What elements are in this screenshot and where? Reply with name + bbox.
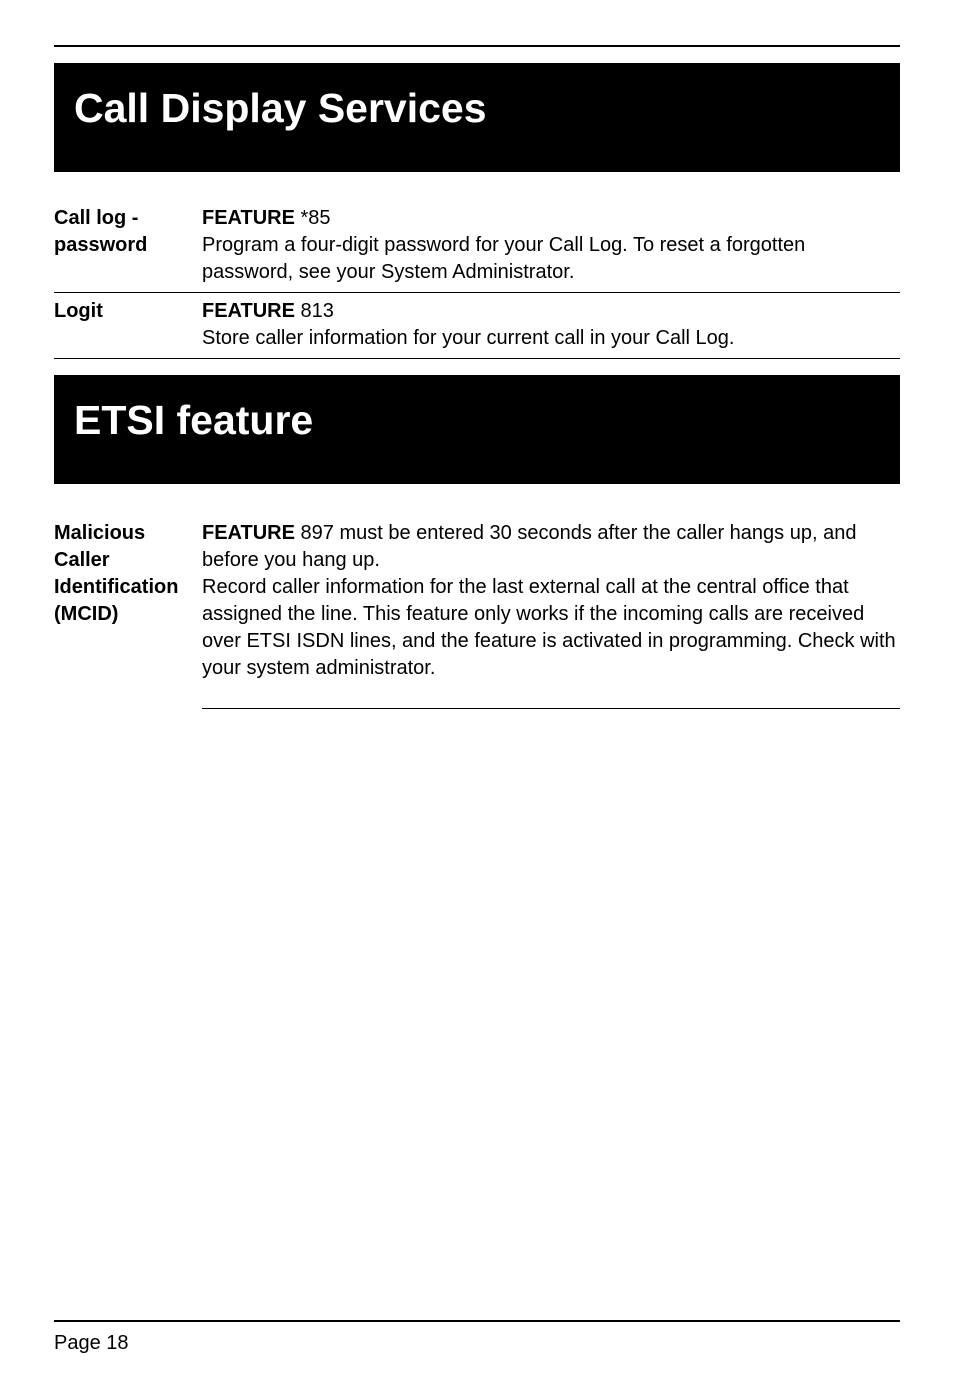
section-title: Call Display Services xyxy=(74,85,880,132)
footer-rule xyxy=(54,1320,900,1322)
page: Call Display Services Call log - passwor… xyxy=(0,45,954,1397)
entry-description: FEATURE 813 Store caller information for… xyxy=(202,298,900,352)
feature-table-2: Malicious Caller Identification (MCID) F… xyxy=(54,520,900,709)
entry-underline xyxy=(202,708,900,709)
entry-description: FEATURE *85 Program a four-digit passwor… xyxy=(202,205,900,286)
section-header-etsi: ETSI feature xyxy=(54,375,900,484)
table-row: Call log - password FEATURE *85 Program … xyxy=(54,200,900,293)
entry-body: Program a four-digit password for your C… xyxy=(202,234,805,283)
feature-keyword: FEATURE xyxy=(202,522,295,544)
feature-keyword: FEATURE xyxy=(202,300,295,322)
section-header-call-display: Call Display Services xyxy=(54,63,900,172)
feature-code: 813 xyxy=(295,300,334,322)
top-rule xyxy=(54,45,900,47)
entry-body: Store caller information for your curren… xyxy=(202,327,734,349)
feature-code: *85 xyxy=(295,207,331,229)
feature-keyword: FEATURE xyxy=(202,207,295,229)
section-title: ETSI feature xyxy=(74,397,880,444)
table-row: Logit FEATURE 813 Store caller informati… xyxy=(54,293,900,359)
entry-label: Call log - password xyxy=(54,205,202,259)
entry-label: Malicious Caller Identification (MCID) xyxy=(54,520,202,628)
entry-body: Record caller information for the last e… xyxy=(202,576,896,679)
entry-label: Logit xyxy=(54,298,202,325)
entry-description: FEATURE 897 must be entered 30 seconds a… xyxy=(202,520,900,682)
feature-after: 897 must be entered 30 seconds after the… xyxy=(202,522,856,571)
table-row: Malicious Caller Identification (MCID) F… xyxy=(54,520,900,688)
feature-table-1: Call log - password FEATURE *85 Program … xyxy=(54,200,900,359)
page-footer: Page 18 xyxy=(54,1320,900,1355)
